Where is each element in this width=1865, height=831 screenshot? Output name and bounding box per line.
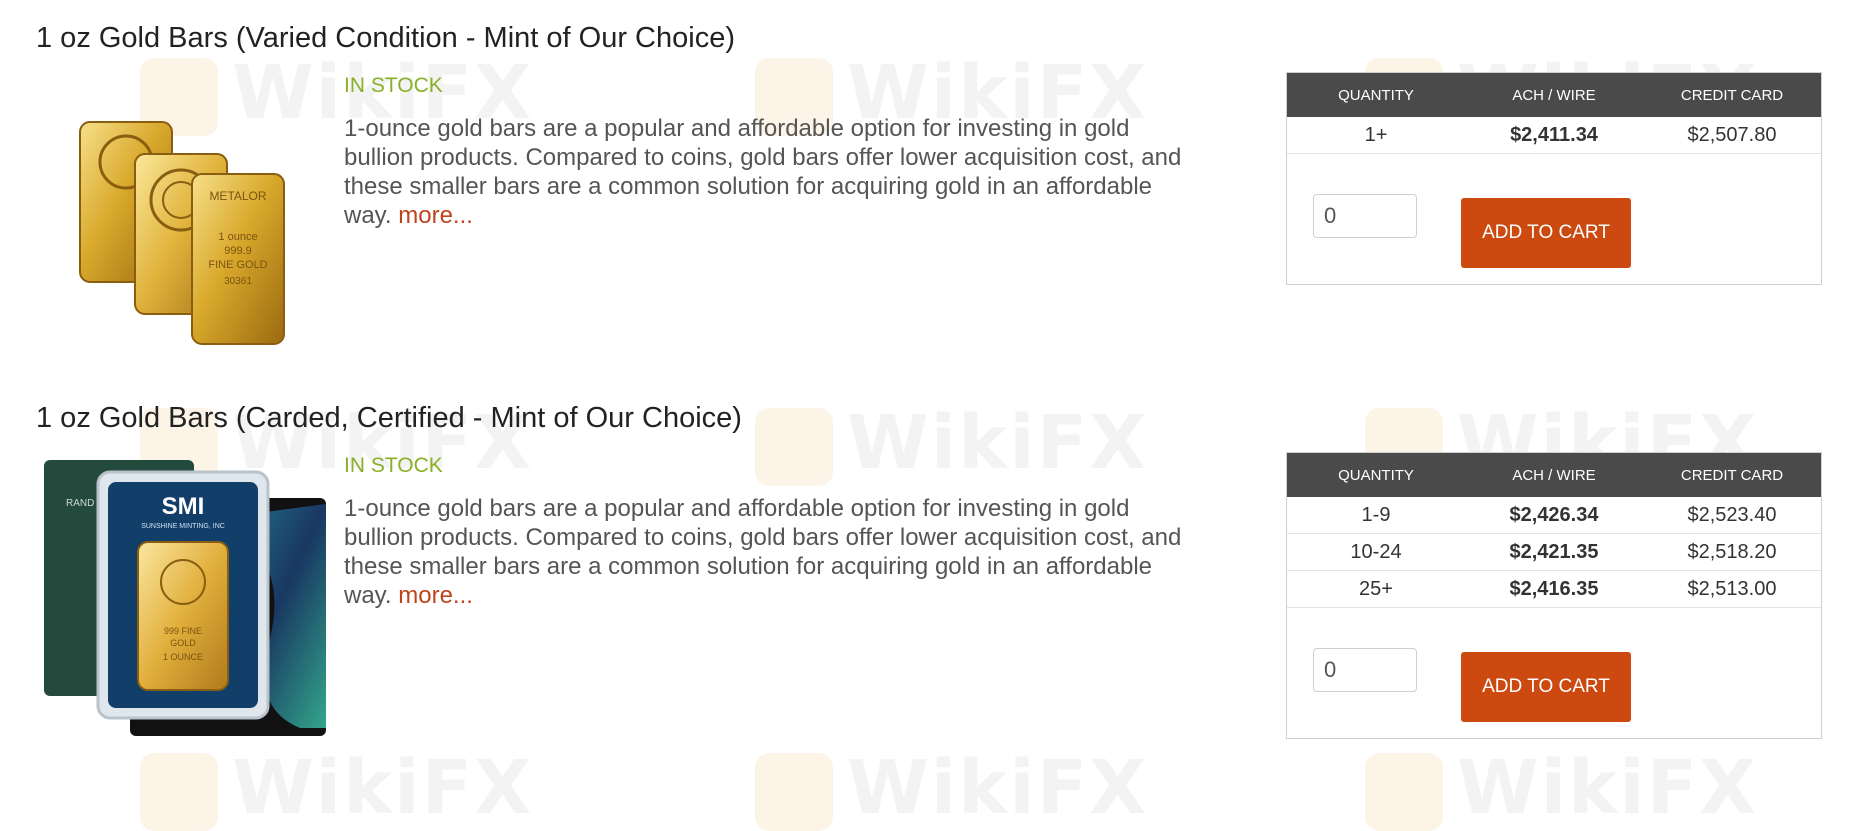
product-image[interactable]: METALOR 1 ounce 999.9 FINE GOLD 30361	[40, 92, 330, 362]
cart-row: ADD TO CART	[1287, 608, 1821, 738]
column-credit-card: CREDIT CARD	[1680, 86, 1784, 104]
product-description: 1-ounce gold bars are a popular and affo…	[344, 114, 1204, 230]
column-ach-wire: ACH / WIRE	[1512, 466, 1596, 484]
pricing-header: QUANTITY ACH / WIRE CREDIT CARD	[1287, 73, 1821, 117]
tier-ach-price: $2,411.34	[1510, 123, 1598, 146]
column-credit-card: CREDIT CARD	[1680, 466, 1784, 484]
pricing-header: QUANTITY ACH / WIRE CREDIT CARD	[1287, 453, 1821, 497]
tier-quantity: 10-24	[1350, 540, 1402, 563]
price-tier-row: 25+ $2,416.35 $2,513.00	[1287, 571, 1821, 608]
image-text: GOLD	[170, 638, 196, 648]
cart-row: ADD TO CART	[1287, 154, 1821, 284]
tier-card-price: $2,523.40	[1687, 503, 1777, 526]
image-text: METALOR	[209, 189, 266, 203]
price-tier-row: 1+ $2,411.34 $2,507.80	[1287, 117, 1821, 154]
product-image[interactable]: RAND SMI SUNSHINE MINTING, INC 999 FINE …	[40, 458, 330, 738]
column-quantity: QUANTITY	[1338, 466, 1414, 484]
image-text: 1 ounce	[218, 231, 257, 243]
tier-ach-price: $2,416.35	[1509, 577, 1599, 600]
quantity-input[interactable]	[1313, 194, 1417, 238]
product-title[interactable]: 1 oz Gold Bars (Varied Condition - Mint …	[36, 22, 735, 55]
image-text: SUNSHINE MINTING, INC	[141, 523, 225, 530]
tier-ach-price: $2,421.35	[1509, 540, 1599, 563]
tier-card-price: $2,513.00	[1687, 577, 1777, 600]
image-text: 999.9	[224, 245, 252, 257]
image-text: SMI	[162, 493, 205, 520]
image-text: FINE GOLD	[208, 259, 267, 271]
pricing-box: QUANTITY ACH / WIRE CREDIT CARD 1-9 $2,4…	[1286, 452, 1822, 739]
image-text: RAND	[66, 498, 94, 509]
image-text: 999 FINE	[164, 626, 202, 636]
price-tier-row: 1-9 $2,426.34 $2,523.40	[1287, 497, 1821, 534]
tier-quantity: 1+	[1364, 123, 1388, 146]
tier-quantity: 25+	[1359, 577, 1393, 600]
image-text: 1 OUNCE	[163, 652, 203, 662]
tier-card-price: $2,518.20	[1687, 540, 1777, 563]
more-link[interactable]: more...	[398, 582, 473, 609]
quantity-input[interactable]	[1313, 648, 1417, 692]
add-to-cart-button[interactable]: ADD TO CART	[1461, 652, 1631, 722]
pricing-box: QUANTITY ACH / WIRE CREDIT CARD 1+ $2,41…	[1286, 72, 1822, 285]
add-to-cart-button[interactable]: ADD TO CART	[1461, 198, 1631, 268]
tier-quantity: 1-9	[1361, 503, 1391, 526]
image-text: 30361	[224, 276, 252, 287]
more-link[interactable]: more...	[398, 202, 473, 229]
stock-status: IN STOCK	[344, 454, 443, 477]
product-card: 1 oz Gold Bars (Carded, Certified - Mint…	[0, 402, 1865, 762]
column-ach-wire: ACH / WIRE	[1512, 86, 1596, 104]
product-description: 1-ounce gold bars are a popular and affo…	[344, 494, 1204, 610]
price-tier-row: 10-24 $2,421.35 $2,518.20	[1287, 534, 1821, 571]
column-quantity: QUANTITY	[1338, 86, 1414, 104]
product-title[interactable]: 1 oz Gold Bars (Carded, Certified - Mint…	[36, 402, 742, 435]
stock-status: IN STOCK	[344, 74, 443, 97]
tier-ach-price: $2,426.34	[1509, 503, 1599, 526]
product-card: 1 oz Gold Bars (Varied Condition - Mint …	[0, 22, 1865, 345]
tier-card-price: $2,507.80	[1687, 123, 1777, 146]
